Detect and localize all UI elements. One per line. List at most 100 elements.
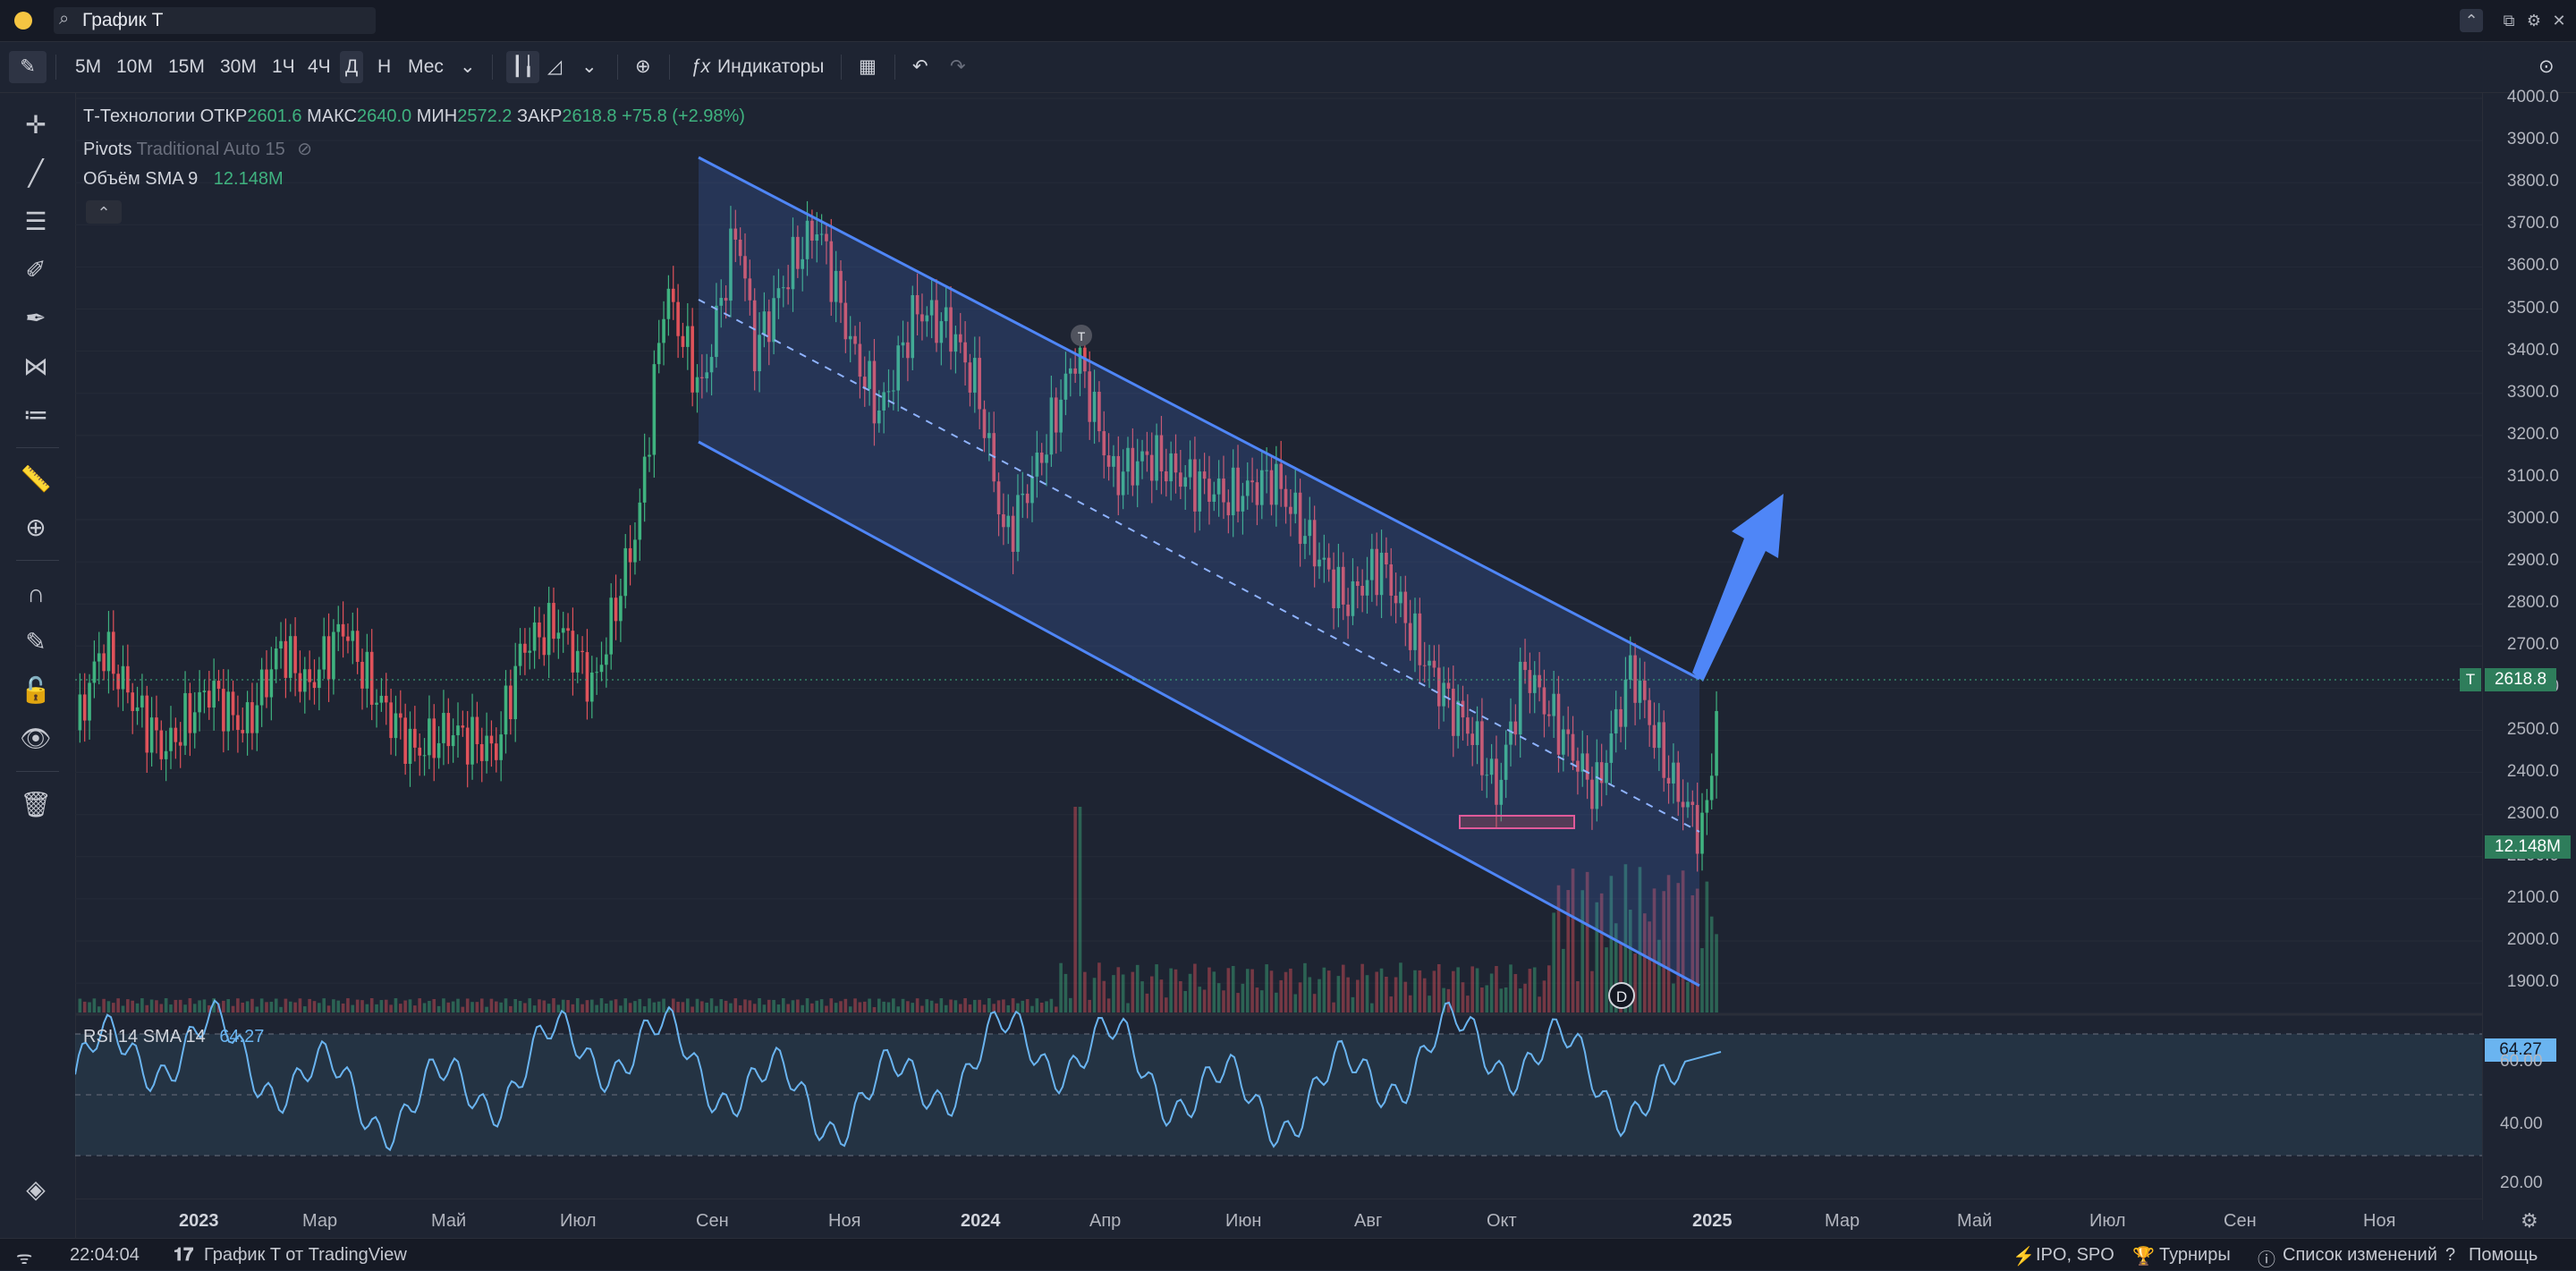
eye-icon[interactable]: 👁 [16, 719, 55, 758]
volume-bar [1030, 1005, 1034, 1013]
volume-bar [801, 1004, 804, 1013]
volume-bar [399, 1004, 402, 1013]
pen-icon[interactable]: ✒ [16, 299, 55, 338]
candle-body [178, 741, 182, 746]
changelog-link[interactable]: Список изменений [2283, 1245, 2437, 1266]
zoom-in-icon[interactable]: ⊕ [16, 508, 55, 547]
interval-1h[interactable]: 1Ч [267, 51, 301, 83]
volume-bar [1140, 981, 1144, 1013]
chevron-down-icon[interactable]: ⌄ [576, 51, 603, 83]
candle-body [605, 654, 608, 665]
volume-bar [1509, 964, 1513, 1013]
volume-bar [575, 998, 580, 1013]
interval-10m[interactable]: 10М [111, 51, 158, 83]
interval-month[interactable]: Мес [402, 51, 449, 83]
candle-body [451, 735, 455, 747]
rsi-label: RSI 14 SMA 14 [83, 1027, 206, 1046]
volume-bar [1375, 971, 1378, 1013]
layers-icon[interactable]: ◈ [16, 1170, 55, 1209]
candle-body [222, 689, 225, 732]
candle-body [642, 456, 647, 503]
settings-icon[interactable]: ⚙ [2522, 9, 2546, 32]
app-status-dot [14, 12, 32, 30]
pencil-icon[interactable]: ✎ [9, 51, 47, 83]
crosshair-icon[interactable]: ✛ [16, 106, 55, 145]
status-bar: ᯤ 22:04:04 𝟏𝟕 График T от TradingView ⚡ … [0, 1238, 2576, 1270]
candle-body [489, 735, 494, 744]
candle-body [255, 705, 259, 733]
interval-5m[interactable]: 5М [70, 51, 106, 83]
time-axis-label: Июн [1225, 1211, 1262, 1231]
volume-bar [255, 1006, 259, 1013]
lock-icon[interactable]: 🔓 [16, 671, 55, 710]
volume-bar [1121, 974, 1125, 1013]
volume-bar [341, 1003, 345, 1013]
pattern-icon[interactable]: ⋈ [16, 347, 55, 386]
interval-30m[interactable]: 30М [215, 51, 262, 83]
volume-bar [662, 998, 665, 1013]
chart-source-label[interactable]: График T от TradingView [204, 1245, 407, 1266]
redo-icon[interactable]: ↷ [945, 51, 971, 83]
brush-icon[interactable]: ✐ [16, 250, 55, 290]
volume-bar [1054, 1006, 1058, 1013]
candle-body [470, 716, 474, 765]
hidden-eye-icon[interactable]: ⊘ [297, 140, 312, 159]
close-icon[interactable]: ✕ [2547, 9, 2571, 32]
add-icon[interactable]: ⊕ [630, 51, 657, 83]
volume-bar [810, 1003, 814, 1013]
volume-bar [188, 998, 192, 1013]
prediction-icon[interactable]: ≔ [16, 395, 55, 435]
volume-bar [652, 1002, 657, 1013]
chevron-down-icon[interactable]: ⌄ [454, 51, 481, 83]
volume-bar [1011, 998, 1015, 1013]
volume-bar [1241, 983, 1245, 1013]
magnet-icon[interactable]: ∩ [16, 574, 55, 614]
symbol-name[interactable]: Т-Технологии [83, 106, 195, 126]
axis-settings-icon[interactable]: ⚙ [2521, 1209, 2538, 1233]
ruler-icon[interactable]: 📏 [16, 460, 55, 499]
candle-body [169, 727, 173, 751]
stay-drawing-icon[interactable]: ✎ [16, 623, 55, 662]
volume-bar [1336, 976, 1341, 1013]
help-link[interactable]: Помощь [2469, 1245, 2538, 1266]
pivots-legend[interactable]: Pivots Traditional Auto 15 ⊘ [83, 138, 312, 160]
fib-retracement-icon[interactable]: ☰ [16, 202, 55, 241]
interval-4h[interactable]: 4Ч [302, 51, 336, 83]
price-chart[interactable]: T D [75, 93, 2482, 1238]
area-chart-icon[interactable]: ◿ [542, 51, 567, 83]
volume-bar [436, 1005, 441, 1013]
camera-icon[interactable]: ⊙ [2533, 51, 2560, 83]
trash-icon[interactable]: 🗑 [16, 785, 55, 825]
candle-body [332, 631, 335, 680]
volume-bar [1236, 993, 1240, 1013]
breakout-arrow[interactable] [1692, 494, 1784, 682]
volume-bar [1318, 979, 1321, 1013]
tournaments-link[interactable]: Турниры [2159, 1245, 2231, 1266]
volume-bar [1188, 973, 1192, 1013]
candles-icon[interactable]: ┃╽ [506, 51, 540, 83]
volume-bar [1155, 964, 1158, 1013]
collapse-icon[interactable]: ⌃ [2460, 9, 2483, 32]
ipo-link[interactable]: IPO, SPO [2036, 1245, 2114, 1266]
interval-day[interactable]: Д [340, 51, 364, 83]
interval-week[interactable]: Н [372, 51, 396, 83]
undo-icon[interactable]: ↶ [907, 51, 934, 83]
restore-window-icon[interactable]: ⧉ [2497, 9, 2521, 32]
collapse-legend-button[interactable]: ⌃ [86, 200, 122, 224]
volume-bar [479, 998, 484, 1013]
window-title: График T [82, 10, 164, 30]
trend-line-icon[interactable]: ╱ [16, 154, 55, 193]
price-axis-label: 3900.0 [2506, 130, 2559, 149]
volume-bar [1542, 980, 1546, 1013]
indicators-button[interactable]: Индикаторы [712, 51, 829, 83]
volume-bar [1106, 998, 1111, 1013]
volume-bar [1686, 981, 1690, 1013]
volume-legend[interactable]: Объём SMA 9 12.148M [83, 169, 284, 190]
layout-icon[interactable]: ▦ [853, 51, 882, 83]
close-label: ЗАКР [516, 106, 563, 126]
support-zone-rectangle[interactable] [1459, 815, 1575, 829]
rsi-legend[interactable]: RSI 14 SMA 14 64.27 [83, 1027, 264, 1047]
candle-body [666, 288, 671, 319]
interval-15m[interactable]: 15М [163, 51, 210, 83]
volume-bar [451, 1001, 455, 1013]
